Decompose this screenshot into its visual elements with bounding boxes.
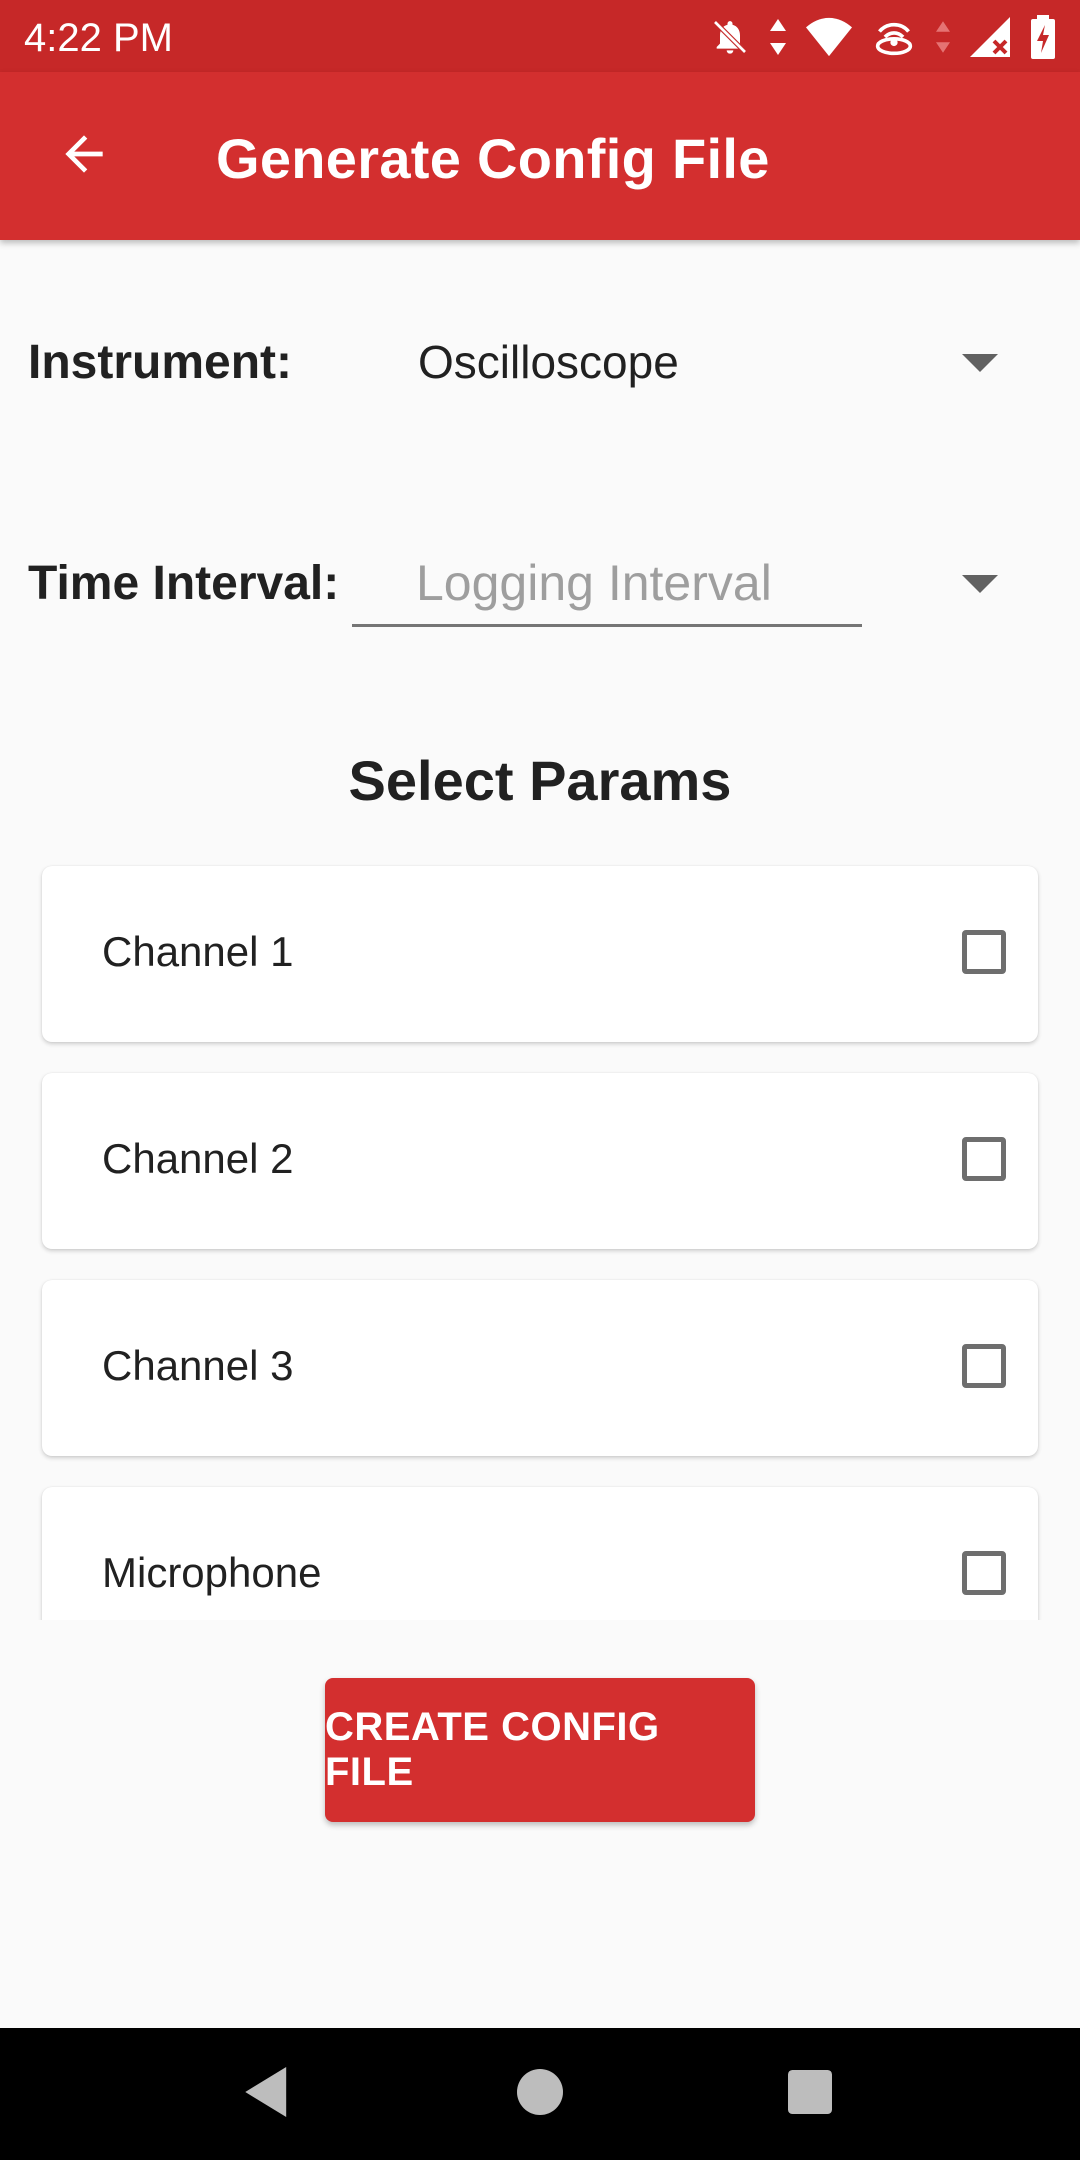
- param-item-channel-2[interactable]: Channel 2: [42, 1073, 1038, 1249]
- mute-bell-icon: [710, 17, 750, 57]
- param-label: Channel 1: [102, 928, 294, 975]
- back-button[interactable]: [44, 116, 124, 196]
- instrument-label: Instrument:: [28, 336, 292, 389]
- nav-back-icon: [245, 2066, 291, 2122]
- param-label: Microphone: [102, 1549, 322, 1596]
- instrument-dropdown[interactable]: Oscilloscope: [418, 335, 679, 389]
- navigation-bar: [0, 2028, 1080, 2160]
- hotspot-icon: [872, 17, 916, 57]
- dropdown-arrow-icon[interactable]: [962, 575, 998, 598]
- select-params-title: Select Params: [348, 749, 732, 812]
- status-icons: [710, 14, 1056, 60]
- logging-interval-placeholder: Logging Interval: [416, 555, 772, 611]
- nav-recents-icon: [788, 2069, 832, 2119]
- param-list[interactable]: Channel 1 Channel 2 Channel 3 Microphone: [0, 860, 1080, 1620]
- logging-interval-input[interactable]: Logging Interval: [352, 548, 862, 627]
- param-item-microphone[interactable]: Microphone: [42, 1487, 1038, 1620]
- param-checkbox[interactable]: [962, 1344, 1006, 1388]
- signal-icon: [970, 17, 1010, 57]
- nav-home-icon: [517, 2068, 563, 2120]
- battery-charging-icon: [1030, 15, 1056, 59]
- param-item-channel-3[interactable]: Channel 3: [42, 1280, 1038, 1456]
- data-arrows-icon: [770, 19, 786, 55]
- arrow-back-icon: [56, 126, 112, 187]
- wifi-icon: [806, 17, 852, 57]
- page-title: Generate Config File: [216, 127, 770, 190]
- signal-arrows-icon: [936, 19, 950, 55]
- nav-back-button[interactable]: [238, 2064, 298, 2124]
- dropdown-arrow-icon[interactable]: [962, 354, 998, 377]
- nav-home-button[interactable]: [510, 2064, 570, 2124]
- param-label: Channel 3: [102, 1342, 294, 1389]
- status-bar: 4:22 PM: [0, 0, 1080, 72]
- create-config-file-button[interactable]: CREATE CONFIG FILE: [325, 1678, 755, 1822]
- param-checkbox[interactable]: [962, 1137, 1006, 1181]
- param-checkbox[interactable]: [962, 1551, 1006, 1595]
- param-label: Channel 2: [102, 1135, 294, 1182]
- time-interval-label: Time Interval:: [28, 557, 340, 610]
- status-time: 4:22 PM: [24, 16, 173, 60]
- app-bar: Generate Config File: [0, 72, 1080, 240]
- param-item-channel-1[interactable]: Channel 1: [42, 866, 1038, 1042]
- param-checkbox[interactable]: [962, 930, 1006, 974]
- nav-recents-button[interactable]: [780, 2064, 840, 2124]
